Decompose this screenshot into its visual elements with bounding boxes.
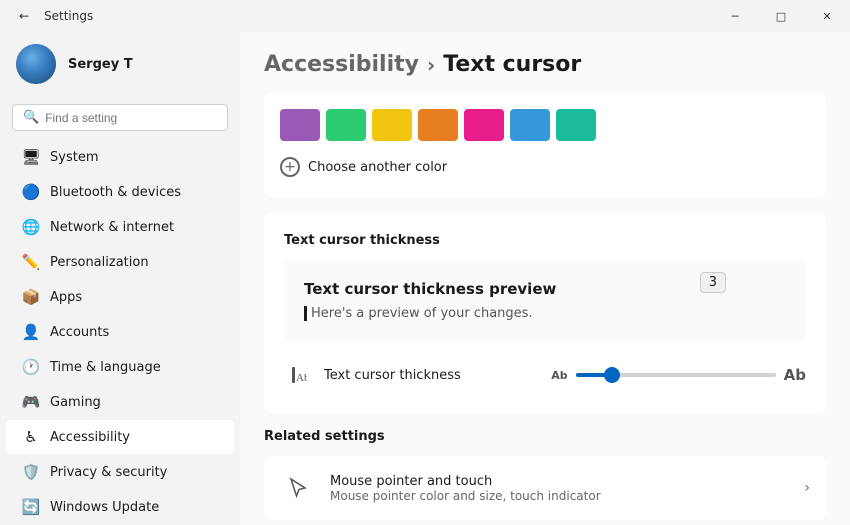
slider-container: Ab Ab	[551, 366, 806, 384]
sidebar-item-system[interactable]: 🖥 System	[6, 140, 234, 174]
maximize-button[interactable]: □	[758, 0, 804, 32]
sidebar-item-accounts[interactable]: 👤 Accounts	[6, 315, 234, 349]
personalization-icon: ✏️	[22, 253, 40, 271]
thickness-row: Ab Text cursor thickness Ab Ab	[284, 357, 806, 393]
preview-text: Here's a preview of your changes.	[304, 306, 786, 321]
window-controls: ─ □ ✕	[712, 0, 850, 32]
choose-color-label: Choose another color	[308, 160, 447, 175]
content-inner: + Choose another color Text cursor thick…	[240, 93, 850, 525]
color-swatch-teal[interactable]	[556, 109, 596, 141]
minimize-button[interactable]: ─	[712, 0, 758, 32]
mouse-pointer-title: Mouse pointer and touch	[330, 474, 790, 489]
sidebar-item-label-time: Time & language	[50, 360, 161, 375]
mouse-pointer-subtitle: Mouse pointer color and size, touch indi…	[330, 489, 790, 503]
titlebar-title: Settings	[44, 9, 93, 23]
sidebar-item-label-network: Network & internet	[50, 220, 174, 235]
sidebar-item-label-accessibility: Accessibility	[50, 430, 130, 445]
choose-color-button[interactable]: + Choose another color	[280, 153, 810, 181]
color-swatch-green[interactable]	[326, 109, 366, 141]
sidebar-item-label-bluetooth: Bluetooth & devices	[50, 185, 181, 200]
thickness-section: Text cursor thickness Text cursor thickn…	[264, 213, 826, 413]
gaming-icon: 🎮	[22, 393, 40, 411]
system-icon: 🖥	[22, 148, 40, 166]
sidebar-item-label-system: System	[50, 150, 98, 165]
sidebar-item-accessibility[interactable]: ♿ Accessibility	[6, 420, 234, 454]
svg-text:Ab: Ab	[296, 372, 307, 384]
thickness-section-title: Text cursor thickness	[284, 233, 806, 248]
related-settings-section: Related settings Mouse pointer and touch…	[264, 429, 826, 520]
preview-box: Text cursor thickness preview Here's a p…	[284, 260, 806, 341]
sidebar-item-update[interactable]: 🔄 Windows Update	[6, 490, 234, 524]
related-settings-title: Related settings	[264, 429, 826, 444]
back-button[interactable]: ←	[12, 4, 36, 28]
network-icon: 🌐	[22, 218, 40, 236]
close-button[interactable]: ✕	[804, 0, 850, 32]
color-swatch-blue[interactable]	[510, 109, 550, 141]
sidebar-item-personalization[interactable]: ✏️ Personalization	[6, 245, 234, 279]
sidebar-item-label-update: Windows Update	[50, 500, 159, 515]
color-swatches	[280, 109, 810, 141]
slider-track[interactable]	[576, 373, 776, 377]
sidebar-item-apps[interactable]: 📦 Apps	[6, 280, 234, 314]
cursor-icon: Ab	[284, 365, 312, 385]
avatar	[16, 44, 56, 84]
breadcrumb-separator: ›	[427, 53, 435, 77]
sidebar-item-gaming[interactable]: 🎮 Gaming	[6, 385, 234, 419]
chevron-right-icon: ›	[804, 480, 810, 496]
color-swatch-purple[interactable]	[280, 109, 320, 141]
color-swatch-yellow[interactable]	[372, 109, 412, 141]
titlebar-left: ← Settings	[12, 4, 93, 28]
color-swatch-pink[interactable]	[464, 109, 504, 141]
sidebar-item-label-accounts: Accounts	[50, 325, 109, 340]
breadcrumb-parent[interactable]: Accessibility	[264, 52, 419, 77]
sidebar-item-time[interactable]: 🕐 Time & language	[6, 350, 234, 384]
accessibility-icon: ♿	[22, 428, 40, 446]
sidebar-item-label-gaming: Gaming	[50, 395, 101, 410]
breadcrumb-current: Text cursor	[443, 52, 581, 77]
user-name: Sergey T	[68, 57, 133, 72]
mouse-pointer-item[interactable]: Mouse pointer and touch Mouse pointer co…	[264, 456, 826, 520]
time-icon: 🕐	[22, 358, 40, 376]
sidebar-item-label-apps: Apps	[50, 290, 82, 305]
accounts-icon: 👤	[22, 323, 40, 341]
search-icon: 🔍	[23, 110, 39, 125]
color-section: + Choose another color	[264, 93, 826, 197]
sidebar-item-network[interactable]: 🌐 Network & internet	[6, 210, 234, 244]
search-box[interactable]: 🔍	[12, 104, 228, 131]
sidebar-item-label-personalization: Personalization	[50, 255, 149, 270]
app-body: Sergey T 🔍 🖥 System 🔵 Bluetooth & devices 🌐 N…	[0, 32, 850, 525]
apps-icon: 📦	[22, 288, 40, 306]
slider-min-icon: Ab	[551, 369, 567, 382]
sidebar-item-privacy[interactable]: 🛡️ Privacy & security	[6, 455, 234, 489]
slider-thumb[interactable]	[604, 367, 620, 383]
mouse-pointer-icon	[280, 470, 316, 506]
thickness-label: Text cursor thickness	[324, 368, 539, 383]
color-swatch-orange[interactable]	[418, 109, 458, 141]
user-section: Sergey T	[0, 32, 240, 96]
content-area: Accessibility › Text cursor + Choose ano…	[240, 32, 850, 525]
sidebar-item-bluetooth[interactable]: 🔵 Bluetooth & devices	[6, 175, 234, 209]
value-bubble: 3	[700, 272, 726, 293]
sidebar: Sergey T 🔍 🖥 System 🔵 Bluetooth & devices 🌐 N…	[0, 32, 240, 525]
slider-max-icon: Ab	[784, 366, 806, 384]
search-input[interactable]	[45, 111, 217, 125]
plus-icon: +	[280, 157, 300, 177]
breadcrumb: Accessibility › Text cursor	[240, 32, 850, 93]
titlebar: ← Settings ─ □ ✕	[0, 0, 850, 32]
sidebar-item-label-privacy: Privacy & security	[50, 465, 167, 480]
bluetooth-icon: 🔵	[22, 183, 40, 201]
mouse-pointer-text: Mouse pointer and touch Mouse pointer co…	[330, 474, 790, 503]
nav-container: 🖥 System 🔵 Bluetooth & devices 🌐 Network & in…	[0, 139, 240, 525]
update-icon: 🔄	[22, 498, 40, 516]
privacy-icon: 🛡️	[22, 463, 40, 481]
